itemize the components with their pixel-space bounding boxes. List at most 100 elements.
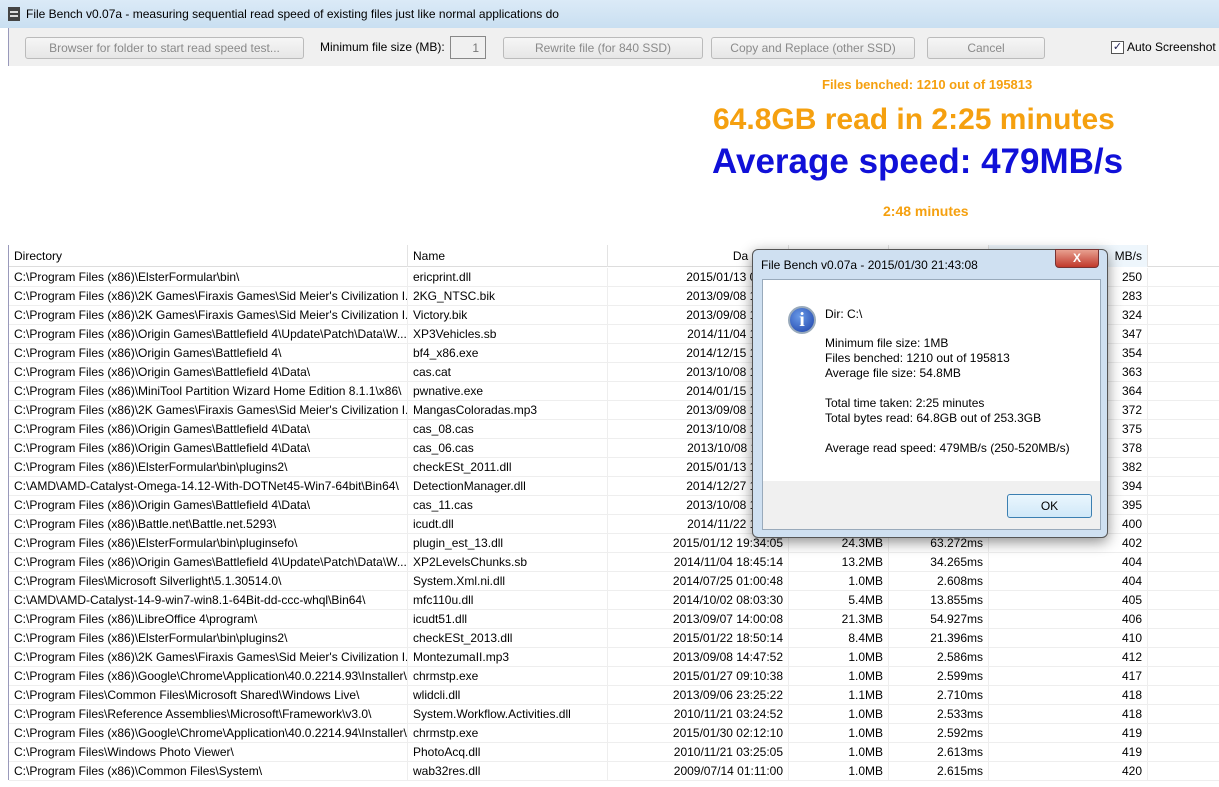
time-cell: 2.592ms <box>889 724 989 743</box>
name-cell: plugin_est_13.dll <box>408 534 608 553</box>
date-cell: 2013/09/07 14:00:08 <box>608 610 789 629</box>
speed-cell: 404 <box>989 572 1148 591</box>
directory-cell: C:\Program Files (x86)\Origin Games\Batt… <box>9 420 408 439</box>
dialog-total-time: Total time taken: 2:25 minutes <box>825 396 985 410</box>
app-icon <box>8 7 20 21</box>
table-row[interactable]: C:\Program Files (x86)\ElsterFormular\bi… <box>9 629 1219 648</box>
elapsed-time-text: 2:48 minutes <box>883 203 969 219</box>
directory-cell: C:\Program Files (x86)\ElsterFormular\bi… <box>9 268 408 287</box>
dialog-avg-speed: Average read speed: 479MB/s (250-520MB/s… <box>825 441 1070 455</box>
table-row[interactable]: C:\Program Files\Windows Photo Viewer\ Ph… <box>9 743 1219 762</box>
checkmark-icon[interactable]: ✓ <box>1111 40 1124 54</box>
name-cell: XP3Vehicles.sb <box>408 325 608 344</box>
time-cell: 54.927ms <box>889 610 989 629</box>
name-cell: bf4_x86.exe <box>408 344 608 363</box>
dialog-total-bytes: Total bytes read: 64.8GB out of 253.3GB <box>825 411 1042 425</box>
table-row[interactable]: C:\Program Files (x86)\2K Games\Firaxis … <box>9 648 1219 667</box>
table-row[interactable]: C:\Program Files (x86)\Google\Chrome\App… <box>9 667 1219 686</box>
directory-cell: C:\AMD\AMD-Catalyst-14-9-win7-win8.1-64B… <box>9 591 408 610</box>
browse-folder-button[interactable]: Browser for folder to start read speed t… <box>25 37 304 59</box>
directory-cell: C:\Program Files\Common Files\Microsoft … <box>9 686 408 705</box>
time-cell: 2.608ms <box>889 572 989 591</box>
size-cell: 1.0MB <box>789 743 889 762</box>
time-cell: 2.710ms <box>889 686 989 705</box>
directory-cell: C:\Program Files\Microsoft Silverlight\5… <box>9 572 408 591</box>
directory-cell: C:\Program Files\Windows Photo Viewer\ <box>9 743 408 762</box>
window-title: File Bench v0.07a - measuring sequential… <box>26 7 559 21</box>
date-cell: 2014/10/02 08:03:30 <box>608 591 789 610</box>
rewrite-file-button[interactable]: Rewrite file (for 840 SSD) <box>503 37 703 59</box>
table-row[interactable]: C:\Program Files\Common Files\Microsoft … <box>9 686 1219 705</box>
cancel-button[interactable]: Cancel <box>927 37 1045 59</box>
table-row[interactable]: C:\Program Files\Microsoft Silverlight\5… <box>9 572 1219 591</box>
size-cell: 1.0MB <box>789 572 889 591</box>
directory-cell: C:\Program Files (x86)\2K Games\Firaxis … <box>9 648 408 667</box>
close-button[interactable]: X <box>1055 249 1099 268</box>
table-row[interactable]: C:\Program Files (x86)\LibreOffice 4\pro… <box>9 610 1219 629</box>
name-cell: checkESt_2013.dll <box>408 629 608 648</box>
directory-cell: C:\Program Files (x86)\Origin Games\Batt… <box>9 496 408 515</box>
name-cell: Victory.bik <box>408 306 608 325</box>
directory-cell: C:\Program Files (x86)\Origin Games\Batt… <box>9 553 408 572</box>
time-cell: 2.613ms <box>889 743 989 762</box>
name-cell: wab32res.dll <box>408 762 608 781</box>
date-cell: 2013/09/08 14:47:52 <box>608 648 789 667</box>
time-cell: 2.586ms <box>889 648 989 667</box>
table-row[interactable]: C:\Program Files (x86)\Origin Games\Batt… <box>9 553 1219 572</box>
directory-cell: C:\Program Files (x86)\Origin Games\Batt… <box>9 439 408 458</box>
copy-replace-button[interactable]: Copy and Replace (other SSD) <box>711 37 915 59</box>
min-size-label: Minimum file size (MB): <box>320 40 445 54</box>
time-cell: 21.396ms <box>889 629 989 648</box>
min-size-input[interactable]: 1 <box>450 36 486 59</box>
directory-cell: C:\Program Files (x86)\ElsterFormular\bi… <box>9 629 408 648</box>
size-cell: 13.2MB <box>789 553 889 572</box>
directory-cell: C:\Program Files (x86)\Common Files\Syst… <box>9 762 408 781</box>
average-speed-text: Average speed: 479MB/s <box>712 142 1124 181</box>
directory-cell: C:\Program Files\Reference Assemblies\Mi… <box>9 705 408 724</box>
directory-cell: C:\Program Files (x86)\Google\Chrome\App… <box>9 724 408 743</box>
header-directory[interactable]: Directory <box>9 245 408 267</box>
dialog-body: i Dir: C:\ Minimum file size: 1MB Files … <box>762 279 1101 530</box>
dialog-dir: Dir: C:\ <box>825 307 863 321</box>
name-cell: System.Workflow.Activities.dll <box>408 705 608 724</box>
table-row[interactable]: C:\Program Files\Reference Assemblies\Mi… <box>9 705 1219 724</box>
name-cell: MontezumaII.mp3 <box>408 648 608 667</box>
directory-cell: C:\Program Files (x86)\Google\Chrome\App… <box>9 667 408 686</box>
ok-button[interactable]: OK <box>1007 494 1092 518</box>
results-dialog: File Bench v0.07a - 2015/01/30 21:43:08 … <box>752 249 1108 538</box>
dialog-title: File Bench v0.07a - 2015/01/30 21:43:08 <box>761 258 978 272</box>
name-cell: icudt.dll <box>408 515 608 534</box>
directory-cell: C:\Program Files (x86)\2K Games\Firaxis … <box>9 401 408 420</box>
speed-cell: 406 <box>989 610 1148 629</box>
header-name[interactable]: Name <box>408 245 608 267</box>
speed-cell: 410 <box>989 629 1148 648</box>
auto-screenshot-label: Auto Screenshot <box>1127 40 1216 54</box>
date-cell: 2013/09/06 23:25:22 <box>608 686 789 705</box>
directory-cell: C:\Program Files (x86)\ElsterFormular\bi… <box>9 534 408 553</box>
name-cell: MangasColoradas.mp3 <box>408 401 608 420</box>
info-icon: i <box>788 306 816 334</box>
name-cell: chrmstp.exe <box>408 724 608 743</box>
time-cell: 2.533ms <box>889 705 989 724</box>
name-cell: XP2LevelsChunks.sb <box>408 553 608 572</box>
date-cell: 2015/01/30 02:12:10 <box>608 724 789 743</box>
table-row[interactable]: C:\AMD\AMD-Catalyst-14-9-win7-win8.1-64B… <box>9 591 1219 610</box>
size-cell: 1.0MB <box>789 724 889 743</box>
auto-screenshot-checkbox[interactable]: ✓ Auto Screenshot <box>1111 40 1216 54</box>
speed-cell: 405 <box>989 591 1148 610</box>
table-row[interactable]: C:\Program Files (x86)\Common Files\Syst… <box>9 762 1219 781</box>
speed-cell: 418 <box>989 705 1148 724</box>
date-cell: 2015/01/27 09:10:38 <box>608 667 789 686</box>
name-cell: icudt51.dll <box>408 610 608 629</box>
directory-cell: C:\Program Files (x86)\Origin Games\Batt… <box>9 344 408 363</box>
table-row[interactable]: C:\Program Files (x86)\Google\Chrome\App… <box>9 724 1219 743</box>
size-cell: 5.4MB <box>789 591 889 610</box>
toolbar: Browser for folder to start read speed t… <box>8 28 1219 66</box>
speed-cell: 419 <box>989 743 1148 762</box>
speed-cell: 417 <box>989 667 1148 686</box>
speed-cell: 419 <box>989 724 1148 743</box>
name-cell: cas_11.cas <box>408 496 608 515</box>
date-cell: 2009/07/14 01:11:00 <box>608 762 789 781</box>
size-cell: 1.0MB <box>789 705 889 724</box>
files-benched-text: Files benched: 1210 out of 195813 <box>822 77 1033 92</box>
